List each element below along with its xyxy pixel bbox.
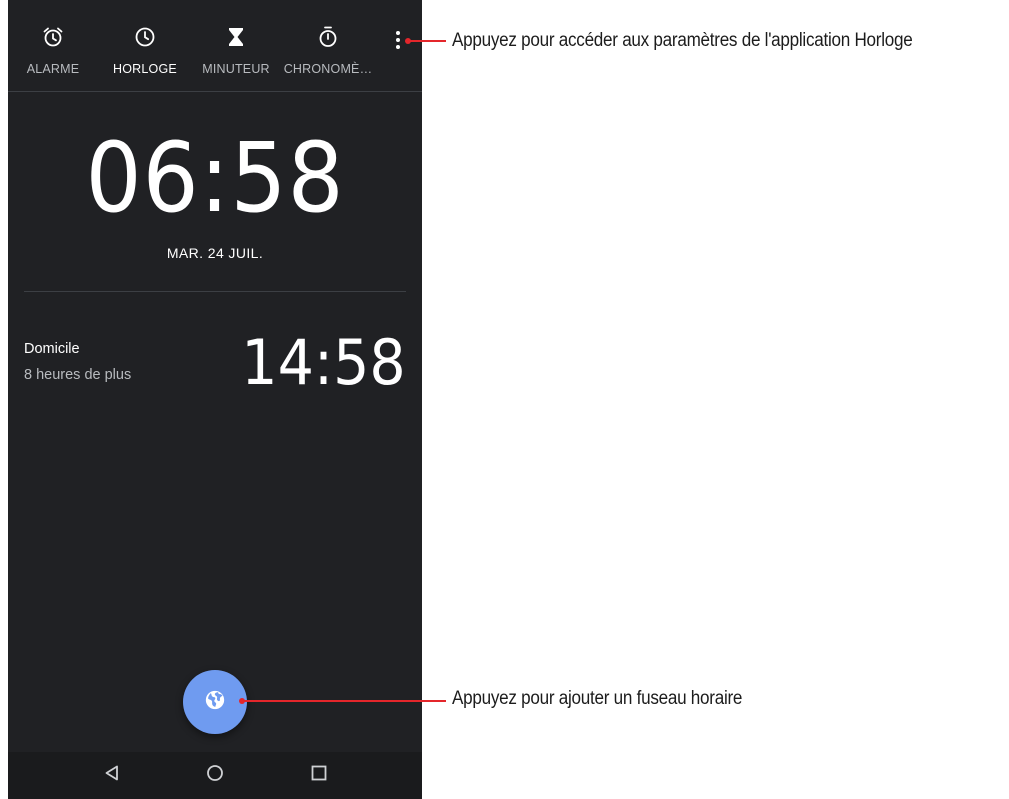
tab-bar: ALARME HORLOGE MINUTEUR CHRONOMÈ… xyxy=(8,0,422,92)
current-time: 06:58 xyxy=(85,122,345,234)
tab-label: MINUTEUR xyxy=(202,62,270,76)
tab-label: ALARME xyxy=(26,62,80,76)
tab-chronometre[interactable]: CHRONOMÈ… xyxy=(283,0,373,92)
clock-app-screen: ALARME HORLOGE MINUTEUR CHRONOMÈ… 06:58 … xyxy=(8,0,422,799)
tab-minuteur[interactable]: MINUTEUR xyxy=(191,0,281,92)
world-clock-city: Domicile xyxy=(24,341,80,357)
alarm-clock-icon xyxy=(40,24,66,50)
tab-alarme[interactable]: ALARME xyxy=(8,0,98,92)
home-circle-icon xyxy=(206,764,224,787)
callout-line xyxy=(242,700,446,702)
system-navigation-bar xyxy=(8,752,422,799)
stopwatch-icon xyxy=(315,24,341,50)
tab-label: HORLOGE xyxy=(113,62,177,76)
callout-add-timezone-text: Appuyez pour ajouter un fuseau horaire xyxy=(452,688,743,709)
divider xyxy=(24,291,406,292)
add-timezone-button[interactable] xyxy=(183,670,247,734)
callout-line xyxy=(408,40,446,42)
home-button[interactable] xyxy=(191,752,239,799)
back-triangle-icon xyxy=(103,764,121,787)
world-clock-time: 14:58 xyxy=(241,326,406,399)
world-clock-difference: 8 heures de plus xyxy=(24,367,132,383)
tab-horloge[interactable]: HORLOGE xyxy=(100,0,190,92)
recent-apps-button[interactable] xyxy=(295,752,343,799)
current-date: MAR. 24 JUIL. xyxy=(166,245,264,261)
hourglass-icon xyxy=(223,24,249,50)
back-button[interactable] xyxy=(88,752,136,799)
recent-square-icon xyxy=(310,764,328,787)
callout-settings-text: Appuyez pour accéder aux paramètres de l… xyxy=(452,30,913,51)
tab-label: CHRONOMÈ… xyxy=(283,62,373,76)
globe-icon xyxy=(204,689,226,716)
clock-icon xyxy=(132,24,158,50)
